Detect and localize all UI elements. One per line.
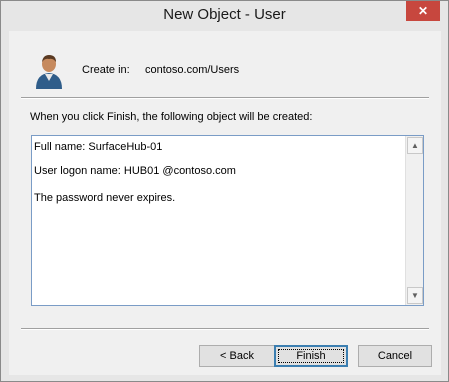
window-title: New Object - User: [163, 6, 286, 23]
create-in-value: contoso.com/Users: [145, 64, 240, 76]
summary-line-full-name: Full name: SurfaceHub-01: [34, 141, 163, 153]
title-bar[interactable]: New Object - User ✕: [1, 1, 448, 31]
back-button-label: < Back: [220, 350, 254, 362]
summary-line-password: The password never expires.: [34, 192, 176, 204]
close-button[interactable]: ✕: [406, 1, 440, 21]
chevron-up-icon: ▲: [411, 141, 419, 150]
scroll-down-button[interactable]: ▼: [407, 287, 423, 304]
scroll-up-button[interactable]: ▲: [407, 137, 423, 154]
user-icon: [36, 55, 62, 89]
create-in-label: Create in:: [82, 64, 130, 76]
cancel-button-label: Cancel: [377, 350, 413, 362]
cancel-button[interactable]: Cancel: [358, 345, 432, 367]
finish-button[interactable]: Finish: [274, 345, 348, 367]
chevron-down-icon: ▼: [411, 291, 419, 300]
summary-line-logon-name: User logon name: HUB01 @contoso.com: [34, 165, 236, 177]
summary-textbox[interactable]: Full name: SurfaceHub-01 User logon name…: [31, 135, 424, 306]
vertical-scrollbar[interactable]: ▲ ▼: [405, 136, 423, 305]
focus-rectangle: [278, 349, 344, 363]
summary-intro: When you click Finish, the following obj…: [30, 111, 313, 123]
bottom-divider: [21, 328, 429, 330]
close-icon: ✕: [417, 4, 429, 18]
back-button[interactable]: < Back: [199, 345, 275, 367]
top-divider: [21, 97, 429, 99]
dialog-window: New Object - User ✕ Create in: contoso.c…: [0, 0, 449, 382]
dialog-body: Create in: contoso.com/Users When you cl…: [9, 31, 441, 375]
